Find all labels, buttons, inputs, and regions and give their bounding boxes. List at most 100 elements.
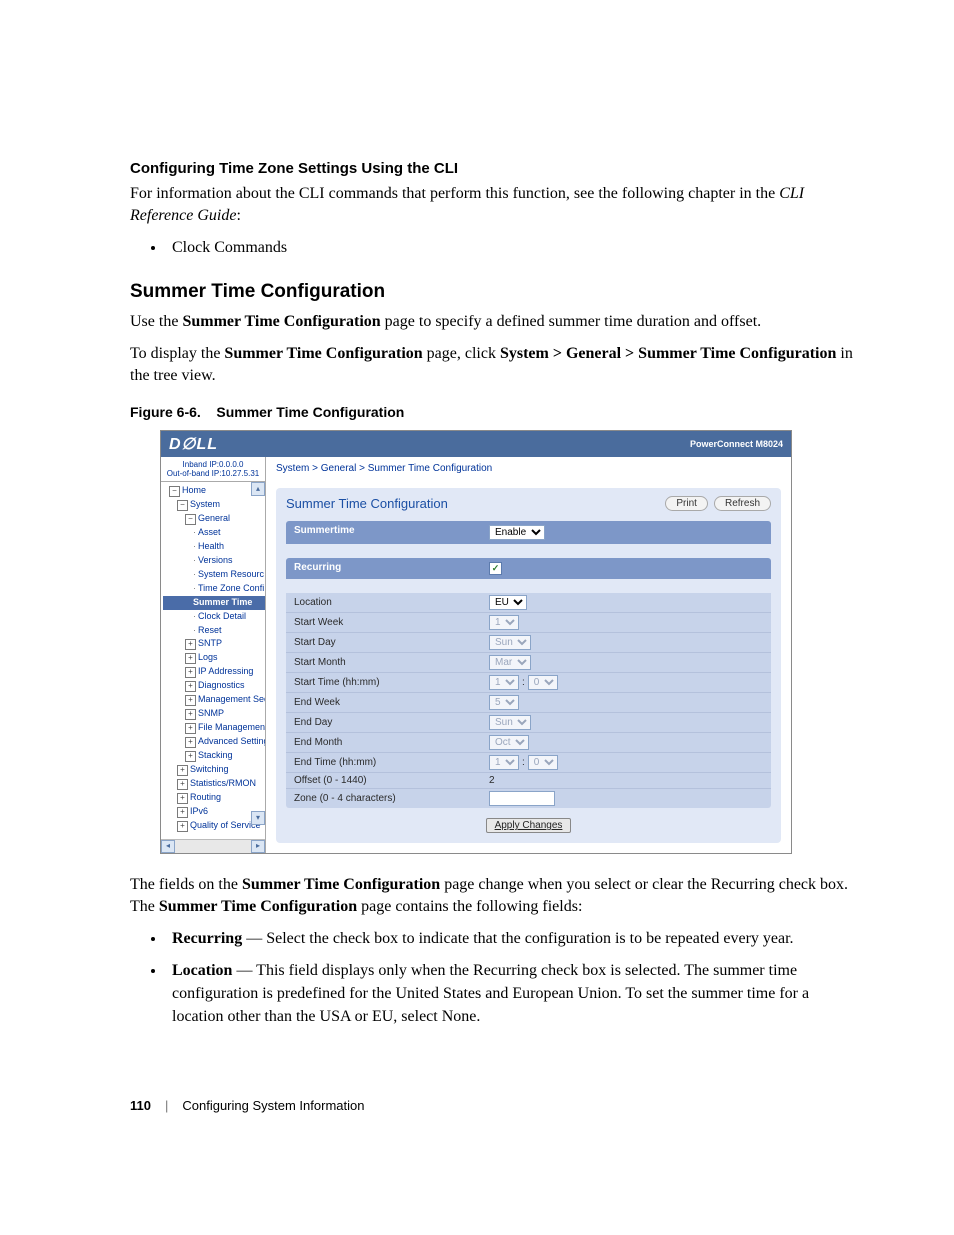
recurring-header: Recurring ✓ bbox=[286, 558, 771, 579]
start-time-hh-select[interactable]: 1 bbox=[489, 675, 519, 690]
end-week-label: End Week bbox=[294, 697, 489, 708]
apply-changes-button[interactable]: Apply Changes bbox=[486, 818, 572, 833]
h-scrollbar[interactable]: ◂ ▸ bbox=[161, 839, 265, 853]
zone-label: Zone (0 - 4 characters) bbox=[294, 793, 489, 804]
text: To display the bbox=[130, 345, 224, 362]
colon: : bbox=[522, 757, 525, 768]
end-time-mm-select[interactable]: 0 bbox=[528, 755, 558, 770]
row-start-time: Start Time (hh:mm) 1 : 0 bbox=[286, 673, 771, 693]
zone-input[interactable] bbox=[489, 791, 555, 806]
tree-sntp[interactable]: +SNTP bbox=[163, 637, 265, 651]
colon: : bbox=[522, 677, 525, 688]
label: Advanced Settings bbox=[198, 736, 265, 746]
tree-filemg[interactable]: +File Management bbox=[163, 721, 265, 735]
label: Reset bbox=[198, 625, 222, 635]
label: IP Addressing bbox=[198, 666, 253, 676]
tree-logs[interactable]: +Logs bbox=[163, 651, 265, 665]
tree-home[interactable]: −Home bbox=[163, 484, 265, 498]
text-bold: Summer Time Configuration bbox=[224, 345, 422, 362]
start-time-mm-select[interactable]: 0 bbox=[528, 675, 558, 690]
label: General bbox=[198, 513, 230, 523]
summer-heading: Summer Time Configuration bbox=[130, 281, 854, 303]
scroll-up-icon[interactable]: ▴ bbox=[251, 482, 265, 496]
tree-versions[interactable]: ·Versions bbox=[163, 554, 265, 568]
text: Use the bbox=[130, 313, 182, 330]
tree-adv[interactable]: +Advanced Settings bbox=[163, 735, 265, 749]
tree-asset[interactable]: ·Asset bbox=[163, 526, 265, 540]
tree-switch[interactable]: +Switching bbox=[163, 763, 265, 777]
tree-tzconf[interactable]: ·Time Zone Confi bbox=[163, 582, 265, 596]
scroll-left-icon[interactable]: ◂ bbox=[161, 840, 175, 853]
text: The fields on the bbox=[130, 876, 242, 893]
label: Statistics/RMON bbox=[190, 778, 256, 788]
start-month-label: Start Month bbox=[294, 657, 489, 668]
label: SNTP bbox=[198, 638, 222, 648]
tree-clockdet[interactable]: ·Clock Detail bbox=[163, 610, 265, 624]
summertime-select[interactable]: Enable bbox=[489, 525, 545, 540]
fig-title: Summer Time Configuration bbox=[216, 404, 404, 420]
tree-diag[interactable]: +Diagnostics bbox=[163, 679, 265, 693]
start-week-select[interactable]: 1 bbox=[489, 615, 519, 630]
post-p1: The fields on the Summer Time Configurat… bbox=[130, 874, 854, 917]
text: page contains the following fields: bbox=[357, 898, 582, 915]
tree-routing[interactable]: +Routing bbox=[163, 791, 265, 805]
text-bold: Summer Time Configuration bbox=[182, 313, 380, 330]
tree-reset[interactable]: ·Reset bbox=[163, 624, 265, 638]
footer-chapter: Configuring System Information bbox=[182, 1098, 364, 1113]
text: page, click bbox=[423, 345, 500, 362]
row-start-month: Start Month Mar bbox=[286, 653, 771, 673]
summer-p1: Use the Summer Time Configuration page t… bbox=[130, 311, 854, 333]
tz-cli-heading: Configuring Time Zone Settings Using the… bbox=[130, 160, 854, 177]
row-end-time: End Time (hh:mm) 1 : 0 bbox=[286, 753, 771, 773]
label: SNMP bbox=[198, 708, 224, 718]
row-start-day: Start Day Sun bbox=[286, 633, 771, 653]
end-week-select[interactable]: 5 bbox=[489, 695, 519, 710]
scroll-down-icon[interactable]: ▾ bbox=[251, 811, 265, 825]
footer-sep: | bbox=[165, 1098, 168, 1113]
tz-cli-para: For information about the CLI commands t… bbox=[130, 183, 854, 226]
tree-qos[interactable]: +Quality of Service bbox=[163, 819, 265, 833]
tree-stats[interactable]: +Statistics/RMON bbox=[163, 777, 265, 791]
refresh-button[interactable]: Refresh bbox=[714, 496, 771, 511]
nav-tree: −Home −System −General ·Asset ·Health ·V… bbox=[161, 482, 265, 834]
end-day-select[interactable]: Sun bbox=[489, 715, 531, 730]
screenshot: D∅LL PowerConnect M8024 Inband IP:0.0.0.… bbox=[160, 430, 792, 854]
row-end-week: End Week 5 bbox=[286, 693, 771, 713]
tree-general[interactable]: −General bbox=[163, 512, 265, 526]
tree-health[interactable]: ·Health bbox=[163, 540, 265, 554]
tree-sysres[interactable]: ·System Resourc bbox=[163, 568, 265, 582]
end-month-select[interactable]: Oct bbox=[489, 735, 529, 750]
config-panel: Summer Time Configuration Print Refresh … bbox=[276, 488, 781, 843]
desc: — Select the check box to indicate that … bbox=[242, 930, 793, 947]
start-month-select[interactable]: Mar bbox=[489, 655, 531, 670]
end-time-hh-select[interactable]: 1 bbox=[489, 755, 519, 770]
tree-summer-active[interactable]: Summer Time bbox=[163, 596, 265, 610]
label: Home bbox=[182, 485, 206, 495]
tree-mgmtsec[interactable]: +Management Secur bbox=[163, 693, 265, 707]
bullet-recurring: Recurring — Select the check box to indi… bbox=[166, 927, 854, 950]
tree-stack[interactable]: +Stacking bbox=[163, 749, 265, 763]
print-button[interactable]: Print bbox=[665, 496, 708, 511]
tree-system[interactable]: −System bbox=[163, 498, 265, 512]
text-bold: Summer Time Configuration bbox=[159, 898, 357, 915]
nav-path: System > General > Summer Time Configura… bbox=[500, 345, 836, 362]
tree-ipaddr[interactable]: +IP Addressing bbox=[163, 665, 265, 679]
tree-ipv6[interactable]: +IPv6 bbox=[163, 805, 265, 819]
tree-snmp[interactable]: +SNMP bbox=[163, 707, 265, 721]
row-end-month: End Month Oct bbox=[286, 733, 771, 753]
label: System Resourc bbox=[198, 569, 264, 579]
recurring-checkbox[interactable]: ✓ bbox=[489, 562, 502, 575]
scroll-right-icon[interactable]: ▸ bbox=[251, 840, 265, 853]
term: Location bbox=[172, 962, 232, 979]
start-week-label: Start Week bbox=[294, 617, 489, 628]
start-time-label: Start Time (hh:mm) bbox=[294, 677, 489, 688]
label: IPv6 bbox=[190, 806, 208, 816]
label: Quality of Service bbox=[190, 820, 261, 830]
desc: — This field displays only when the Recu… bbox=[172, 962, 809, 1025]
start-day-select[interactable]: Sun bbox=[489, 635, 531, 650]
banner: D∅LL PowerConnect M8024 bbox=[161, 431, 791, 457]
ip-info: Inband IP:0.0.0.0 Out-of-band IP:10.27.5… bbox=[161, 457, 265, 482]
label: System bbox=[190, 499, 220, 509]
location-select[interactable]: EU bbox=[489, 595, 527, 610]
oob-ip: Out-of-band IP:10.27.5.31 bbox=[165, 469, 261, 478]
